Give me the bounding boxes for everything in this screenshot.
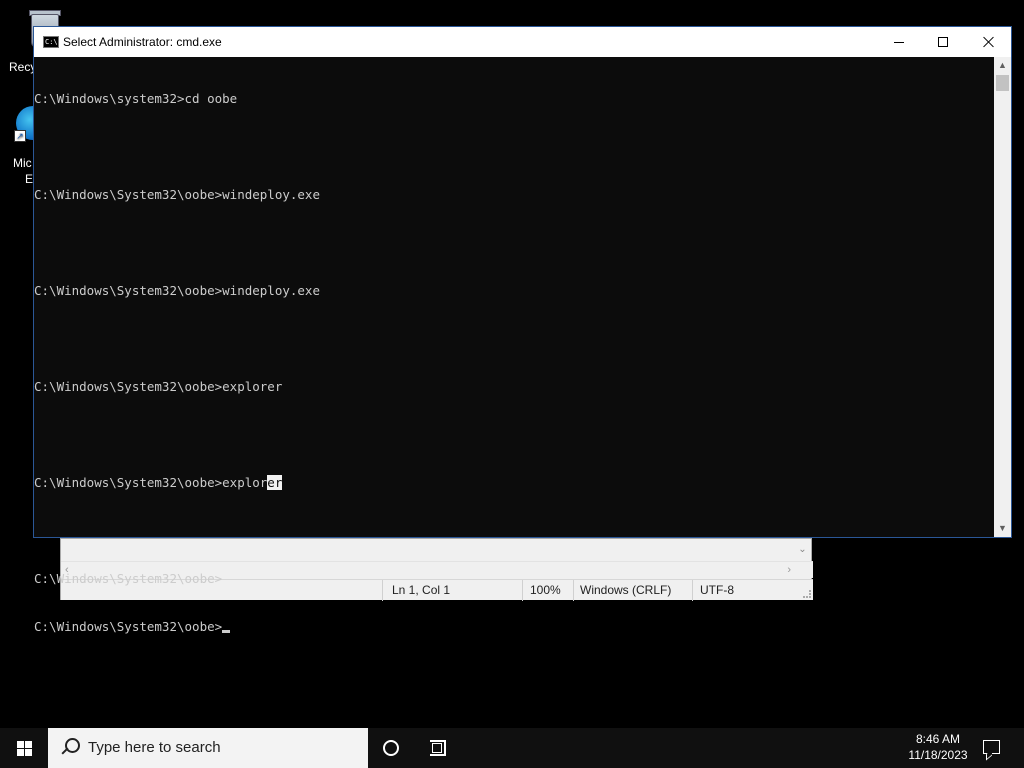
clock-date: 11/18/2023 [908,748,968,762]
search-placeholder: Type here to search [88,739,221,756]
system-clock[interactable]: 8:46 AM 11/18/2023 [898,731,978,763]
windows-logo-icon [16,740,32,756]
console-line: C:\Windows\System32\oobe> [34,571,223,586]
search-icon [60,738,80,758]
console-line-with-selection: C:\Windows\System32\oobe>explorer [34,475,994,491]
cortana-icon[interactable] [383,740,399,756]
shortcut-arrow-icon: ↗ [14,130,26,142]
console-line: C:\Windows\System32\oobe>windeploy.exe [34,283,320,298]
scrollbar-thumb[interactable] [996,75,1009,91]
vertical-scrollbar[interactable]: ▲ ▼ [994,57,1011,537]
task-view-icon[interactable] [430,740,448,756]
maximize-icon [938,37,948,47]
console-line: C:\Windows\system32>cd oobe [34,91,238,106]
text-cursor [222,630,231,633]
close-button[interactable] [966,27,1012,57]
title-bar[interactable]: C:\ Select Administrator: cmd.exe [34,27,1011,57]
cmd-app-icon[interactable]: C:\ [43,36,59,48]
scroll-down-icon[interactable]: ▼ [994,520,1011,537]
prompt-line[interactable]: C:\Windows\System32\oobe> [34,619,994,635]
selected-text[interactable]: er [267,475,283,490]
window-title: Select Administrator: cmd.exe [63,35,222,49]
minimize-button[interactable] [876,27,922,57]
close-icon [983,36,995,48]
clock-time: 8:46 AM [915,732,961,746]
console-line: C:\Windows\System32\oobe>windeploy.exe [34,187,320,202]
start-button[interactable] [0,728,48,768]
scroll-up-icon[interactable]: ▲ [994,57,1011,74]
maximize-button[interactable] [920,27,966,57]
edge-label-line2: E [25,172,34,186]
console-output[interactable]: C:\Windows\system32>cd oobe C:\Windows\S… [34,57,994,634]
console-line: C:\Windows\System32\oobe>explorer [34,379,283,394]
cmd-window: C:\ Select Administrator: cmd.exe C:\Win… [33,26,1012,634]
minimize-icon [894,41,904,43]
search-box[interactable]: Type here to search [48,728,368,768]
notification-icon[interactable] [983,740,1000,754]
edge-label-line1: Mic [13,156,32,170]
prompt-text: C:\Windows\System32\oobe> [34,619,223,634]
selection-prefix: C:\Windows\System32\oobe>explor [34,475,268,490]
taskbar: Type here to search 8:46 AM 11/18/2023 [0,728,1024,768]
